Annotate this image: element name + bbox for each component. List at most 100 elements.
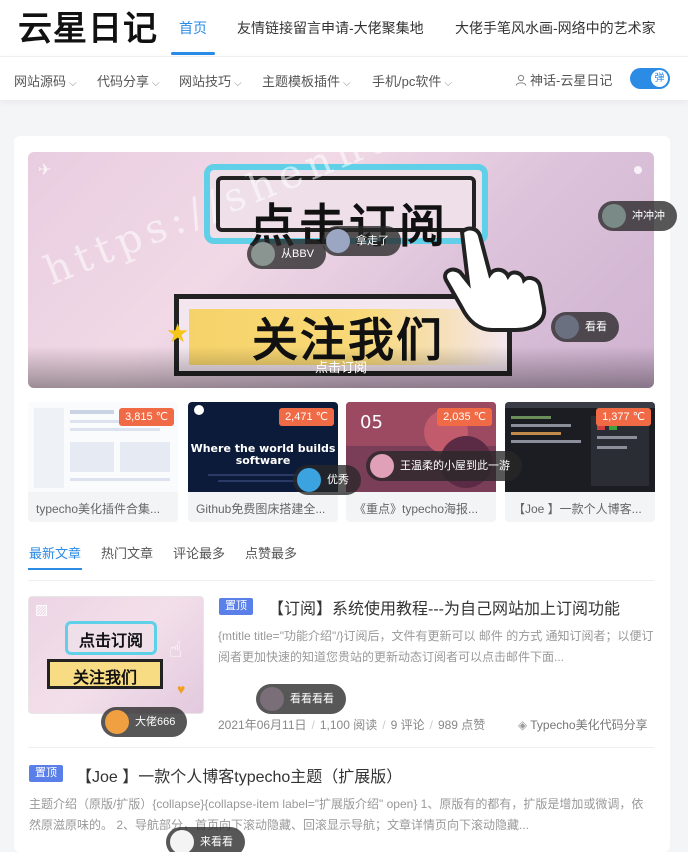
featured-post[interactable]: Where the world builds software 2,471 ℃ … [188, 402, 338, 522]
image-icon: ▨ [35, 601, 49, 617]
layers-icon: ◈ [518, 718, 528, 732]
avatar [297, 468, 321, 492]
logo-text: 云星日记 [18, 9, 158, 48]
banner-carousel[interactable]: ✈ 点击订阅 关注我们 ★ https://shenhuaw1.com 点击订阅 [28, 152, 654, 388]
article-category[interactable]: ◈ Typecho美化代码分享 [518, 716, 648, 733]
featured-title[interactable]: 《重点》typecho海报... [354, 500, 490, 517]
chevron-down-icon: ⌵ [234, 78, 242, 89]
nav-art-gallery[interactable]: 大佬手笔风水画-网络中的艺术家 [455, 18, 656, 38]
avatar [326, 229, 350, 253]
danmaku-bubble: 冲冲冲 [598, 201, 677, 231]
danmaku-text: 王温柔的小屋到此一游 [400, 460, 510, 472]
article-divider [28, 747, 654, 748]
banner-caption-bar: 点击订阅 [28, 346, 654, 388]
danmaku-text: 优秀 [327, 474, 349, 486]
featured-title[interactable]: Github免费图床搭建全... [196, 500, 332, 517]
menu-label: 网站技巧 [179, 74, 232, 89]
danmaku-bubble: 看看看看 [256, 684, 346, 714]
chevron-down-icon: ⌵ [444, 78, 452, 89]
menu-site-tips[interactable]: 网站技巧 ⌵ [179, 71, 242, 90]
danmaku-bubble: 优秀 [293, 465, 361, 495]
avatar [170, 830, 194, 852]
danmaku-bubble: 拿走了 [322, 226, 401, 256]
nav-friend-links[interactable]: 友情链接留言申请-大佬聚集地 [237, 18, 424, 38]
category-label: Typecho美化代码分享 [530, 718, 648, 732]
svg-text:software: software [236, 454, 291, 467]
danmaku-bubble: 王温柔的小屋到此一游 [366, 451, 522, 481]
thumb-headline-follow: 关注我们 [72, 670, 137, 687]
menu-label: 代码分享 [97, 74, 150, 89]
nav-home[interactable]: 首页 [179, 18, 207, 38]
pinned-badge: 置顶 [219, 598, 253, 615]
svg-text:05: 05 [360, 412, 383, 433]
avatar [260, 687, 284, 711]
popularity-badge: 1,377 ℃ [596, 408, 651, 426]
chevron-down-icon: ⌵ [343, 78, 351, 89]
menu-label: 网站源码 [14, 74, 67, 89]
site-logo[interactable]: 云星日记 [18, 6, 158, 48]
danmaku-bubble: 从BBV [247, 239, 327, 269]
menu-software[interactable]: 手机/pc软件 ⌵ [372, 71, 452, 90]
avatar [602, 204, 626, 228]
tab-hot[interactable]: 热门文章 [101, 543, 153, 562]
user-name: 神话-云星日记 [530, 73, 613, 88]
hand-cursor-icon: ☝ [169, 637, 183, 662]
article-comments: 9 评论 [390, 718, 425, 732]
danmaku-text: 来看看 [200, 836, 233, 848]
article-excerpt: 主题介绍（原版/扩版）{collapse}{collapse-item labe… [29, 797, 644, 832]
featured-post[interactable]: 3,815 ℃ typecho美化插件合集... [28, 402, 178, 522]
top-header: 云星日记 首页 友情链接留言申请-大佬聚集地 大佬手笔风水画-网络中的艺术家 [0, 0, 688, 56]
danmaku-text: 看看 [585, 321, 607, 333]
article-meta: 2021年06月11日/1,100 阅读/9 评论/989 点赞 [218, 718, 486, 732]
nav-active-indicator [171, 52, 215, 55]
heart-icon: ♥ [177, 681, 186, 697]
tab-most-comments[interactable]: 评论最多 [173, 543, 225, 562]
danmaku-text: 看看看看 [290, 693, 334, 705]
popularity-badge: 2,471 ℃ [279, 408, 334, 426]
menu-label: 主题模板插件 [262, 74, 341, 89]
article-title[interactable]: 【Joe 】一款个人博客typecho主题（扩展版） [76, 763, 402, 787]
toggle-knob: 弹 [651, 70, 668, 87]
menu-site-source[interactable]: 网站源码 ⌵ [14, 71, 77, 90]
chevron-down-icon: ⌵ [152, 78, 160, 89]
danmaku-text: 拿走了 [356, 235, 389, 247]
menu-code-share[interactable]: 代码分享 ⌵ [97, 71, 160, 90]
article-title[interactable]: 【订阅】系统使用教程---为自己网站加上订阅功能 [268, 595, 620, 619]
danmaku-bubble: 看看 [551, 312, 619, 342]
banner-caption: 点击订阅 [314, 360, 367, 375]
paper-plane-icon: ✈ [38, 162, 52, 179]
featured-title[interactable]: typecho美化插件合集... [36, 500, 172, 517]
danmaku-text: 从BBV [281, 248, 315, 260]
popularity-badge: 3,815 ℃ [119, 408, 174, 426]
carousel-dot[interactable] [634, 166, 642, 174]
danmaku-bubble: 大佬666 [101, 707, 188, 737]
menu-themes-plugins[interactable]: 主题模板插件 ⌵ [262, 71, 351, 90]
thumb-headline-subscribe: 点击订阅 [78, 633, 143, 650]
danmaku-text: 冲冲冲 [632, 210, 665, 222]
avatar [370, 454, 394, 478]
hand-cursor-icon [443, 226, 547, 332]
tab-most-likes[interactable]: 点赞最多 [245, 543, 297, 562]
tab-latest[interactable]: 最新文章 [29, 543, 81, 562]
article-date: 2021年06月11日 [218, 718, 307, 732]
popularity-badge: 2,035 ℃ [437, 408, 492, 426]
article-reads: 1,100 阅读 [319, 718, 378, 732]
avatar [105, 710, 129, 734]
chevron-down-icon: ⌵ [69, 78, 77, 89]
danmaku-toggle[interactable]: 弹 [630, 68, 670, 89]
star-icon: ★ [166, 318, 190, 348]
avatar [251, 242, 275, 266]
danmaku-bubble: 来看看 [166, 827, 245, 852]
featured-title[interactable]: 【Joe 】一款个人博客... [513, 500, 649, 517]
article-thumbnail[interactable]: ▨ 点击订阅 关注我们 ☝ ♥ [28, 596, 204, 714]
tab-active-indicator [28, 568, 82, 570]
pinned-badge: 置顶 [29, 765, 63, 782]
article-excerpt: {mtitle title="功能介绍"/}订阅后，文件有更新可以 邮件 的方式… [218, 629, 654, 664]
article-likes: 989 点赞 [437, 718, 486, 732]
avatar [555, 315, 579, 339]
tabs-divider [28, 580, 654, 581]
featured-post[interactable]: 1,377 ℃ 【Joe 】一款个人博客... [505, 402, 655, 522]
danmaku-text: 大佬666 [135, 716, 176, 728]
user-icon [515, 74, 527, 86]
user-link[interactable]: 神话-云星日记 [515, 70, 612, 89]
